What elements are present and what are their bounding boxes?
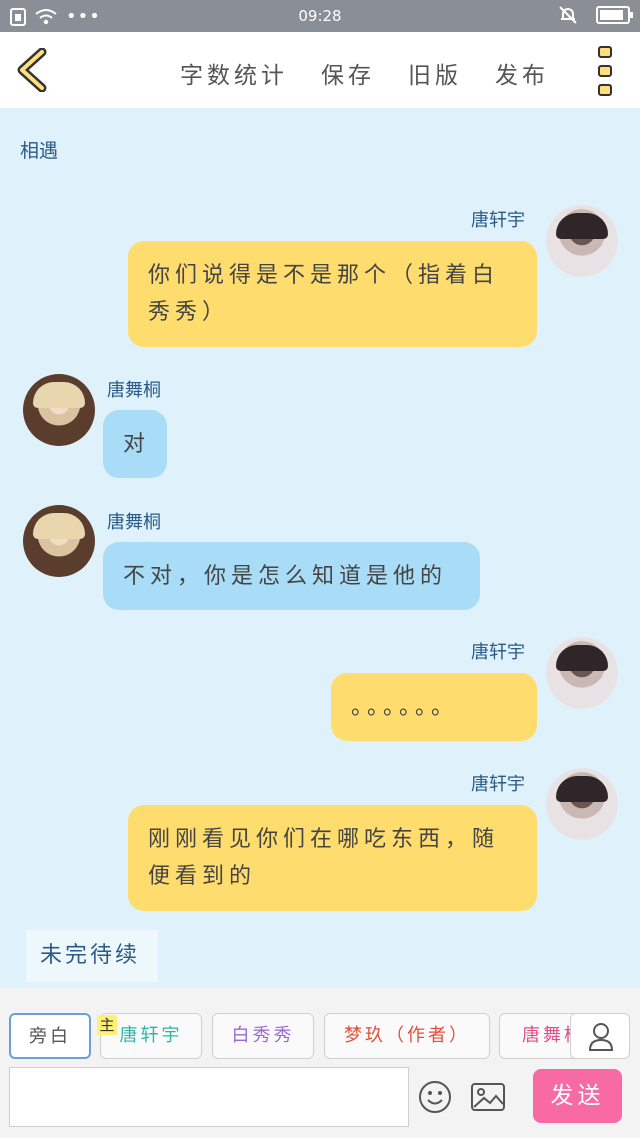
- speaker-name: 唐轩宇: [471, 774, 525, 795]
- mute-bell-icon: [559, 6, 577, 24]
- back-button[interactable]: [14, 47, 54, 93]
- role-chip-bai-xiuxiu[interactable]: 白秀秀: [212, 1013, 314, 1059]
- status-time: 09:28: [298, 7, 342, 25]
- role-chip-tang-wutong[interactable]: 唐舞桐: [499, 1013, 579, 1059]
- editor-header: 字数统计 保存 旧版 发布: [0, 32, 640, 108]
- composer: 旁白 唐轩宇 主 白秀秀 梦玖（作者） 唐舞桐 发送: [0, 988, 640, 1138]
- chapter-title: 相遇: [20, 140, 59, 162]
- message-bubble[interactable]: 。。。。。。: [331, 673, 537, 741]
- publish-button[interactable]: 发布: [495, 56, 549, 90]
- word-count-button[interactable]: 字数统计: [180, 56, 288, 90]
- message-input[interactable]: [9, 1067, 409, 1127]
- emoji-icon: [419, 1081, 451, 1113]
- send-button[interactable]: 发送: [533, 1069, 622, 1123]
- message-bubble[interactable]: 对: [103, 410, 167, 478]
- speaker-name: 唐舞桐: [107, 512, 161, 533]
- role-label: 梦玖（作者）: [344, 1025, 470, 1046]
- role-label: 旁白: [29, 1026, 71, 1047]
- battery-icon: [596, 6, 633, 24]
- role-label: 唐轩宇: [119, 1025, 183, 1046]
- image-button[interactable]: [470, 1082, 506, 1112]
- role-label: 白秀秀: [231, 1025, 295, 1046]
- speaker-name: 唐轩宇: [471, 642, 525, 663]
- speaker-name: 唐舞桐: [107, 380, 161, 401]
- avatar: [546, 205, 618, 277]
- status-bar: ••• 09:28: [0, 0, 640, 32]
- main-character-badge: 主: [97, 1015, 117, 1035]
- message-bubble[interactable]: 你们说得是不是那个（指着白秀秀）: [128, 241, 537, 347]
- avatar: [23, 374, 95, 446]
- more-menu-icon[interactable]: [594, 46, 616, 96]
- save-button[interactable]: 保存: [321, 56, 375, 90]
- role-chip-author[interactable]: 梦玖（作者）: [324, 1013, 490, 1059]
- back-chevron-icon: [17, 47, 47, 93]
- avatar: [546, 768, 618, 840]
- old-version-button[interactable]: 旧版: [408, 56, 462, 90]
- role-chip-narrator[interactable]: 旁白: [9, 1013, 91, 1059]
- add-role-button[interactable]: [570, 1013, 630, 1059]
- speaker-name: 唐轩宇: [471, 210, 525, 231]
- avatar: [546, 637, 618, 709]
- image-icon: [471, 1083, 505, 1111]
- chat-area: 相遇 唐轩宇 你们说得是不是那个（指着白秀秀） 唐舞桐 对 唐舞桐 不对，你是怎…: [0, 108, 640, 988]
- avatar: [23, 505, 95, 577]
- battery-fill: [600, 10, 623, 20]
- message-bubble[interactable]: 刚刚看见你们在哪吃东西，随便看到的: [128, 805, 537, 911]
- emoji-button[interactable]: [418, 1080, 452, 1114]
- status-right: [558, 5, 633, 25]
- narration-block[interactable]: 未完待续: [26, 930, 158, 982]
- message-bubble[interactable]: 不对，你是怎么知道是他的: [103, 542, 480, 610]
- person-icon: [588, 1023, 614, 1051]
